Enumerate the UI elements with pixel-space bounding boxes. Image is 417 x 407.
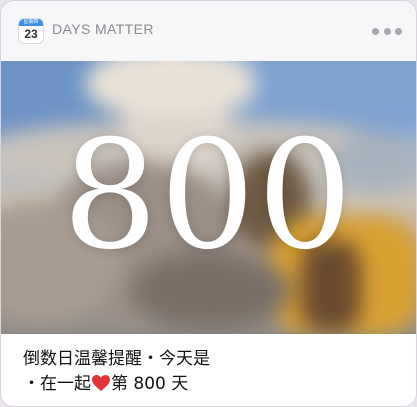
calendar-app-icon: 星期四 23 [19,19,43,43]
caption: 倒数日温馨提醒・今天是 ・在一起第 800 天 [1,334,416,406]
calendar-icon-day: 23 [24,27,38,41]
widget-header: 星期四 23 DAYS MATTER [1,1,416,61]
more-dots-icon[interactable] [372,23,402,39]
caption-line-2: ・在一起第 800 天 [23,372,394,397]
red-heart-icon [92,375,110,391]
more-dot [372,27,379,35]
background-image[interactable]: 800 [1,61,416,334]
more-dot [383,27,391,35]
app-name: DAYS MATTER [52,21,154,37]
caption-line-1: 倒数日温馨提醒・今天是 [23,349,210,369]
caption-line-2-prefix: ・在一起 [23,374,91,394]
days-matter-widget[interactable]: 星期四 23 DAYS MATTER 800 倒数日温馨提醒・今天是 ・在一起 … [0,0,417,407]
calendar-icon-weekday: 星期四 [23,19,39,25]
more-dot [395,27,402,35]
caption-line-2-suffix: 第 800 天 [111,374,189,394]
day-count: 800 [62,109,355,283]
